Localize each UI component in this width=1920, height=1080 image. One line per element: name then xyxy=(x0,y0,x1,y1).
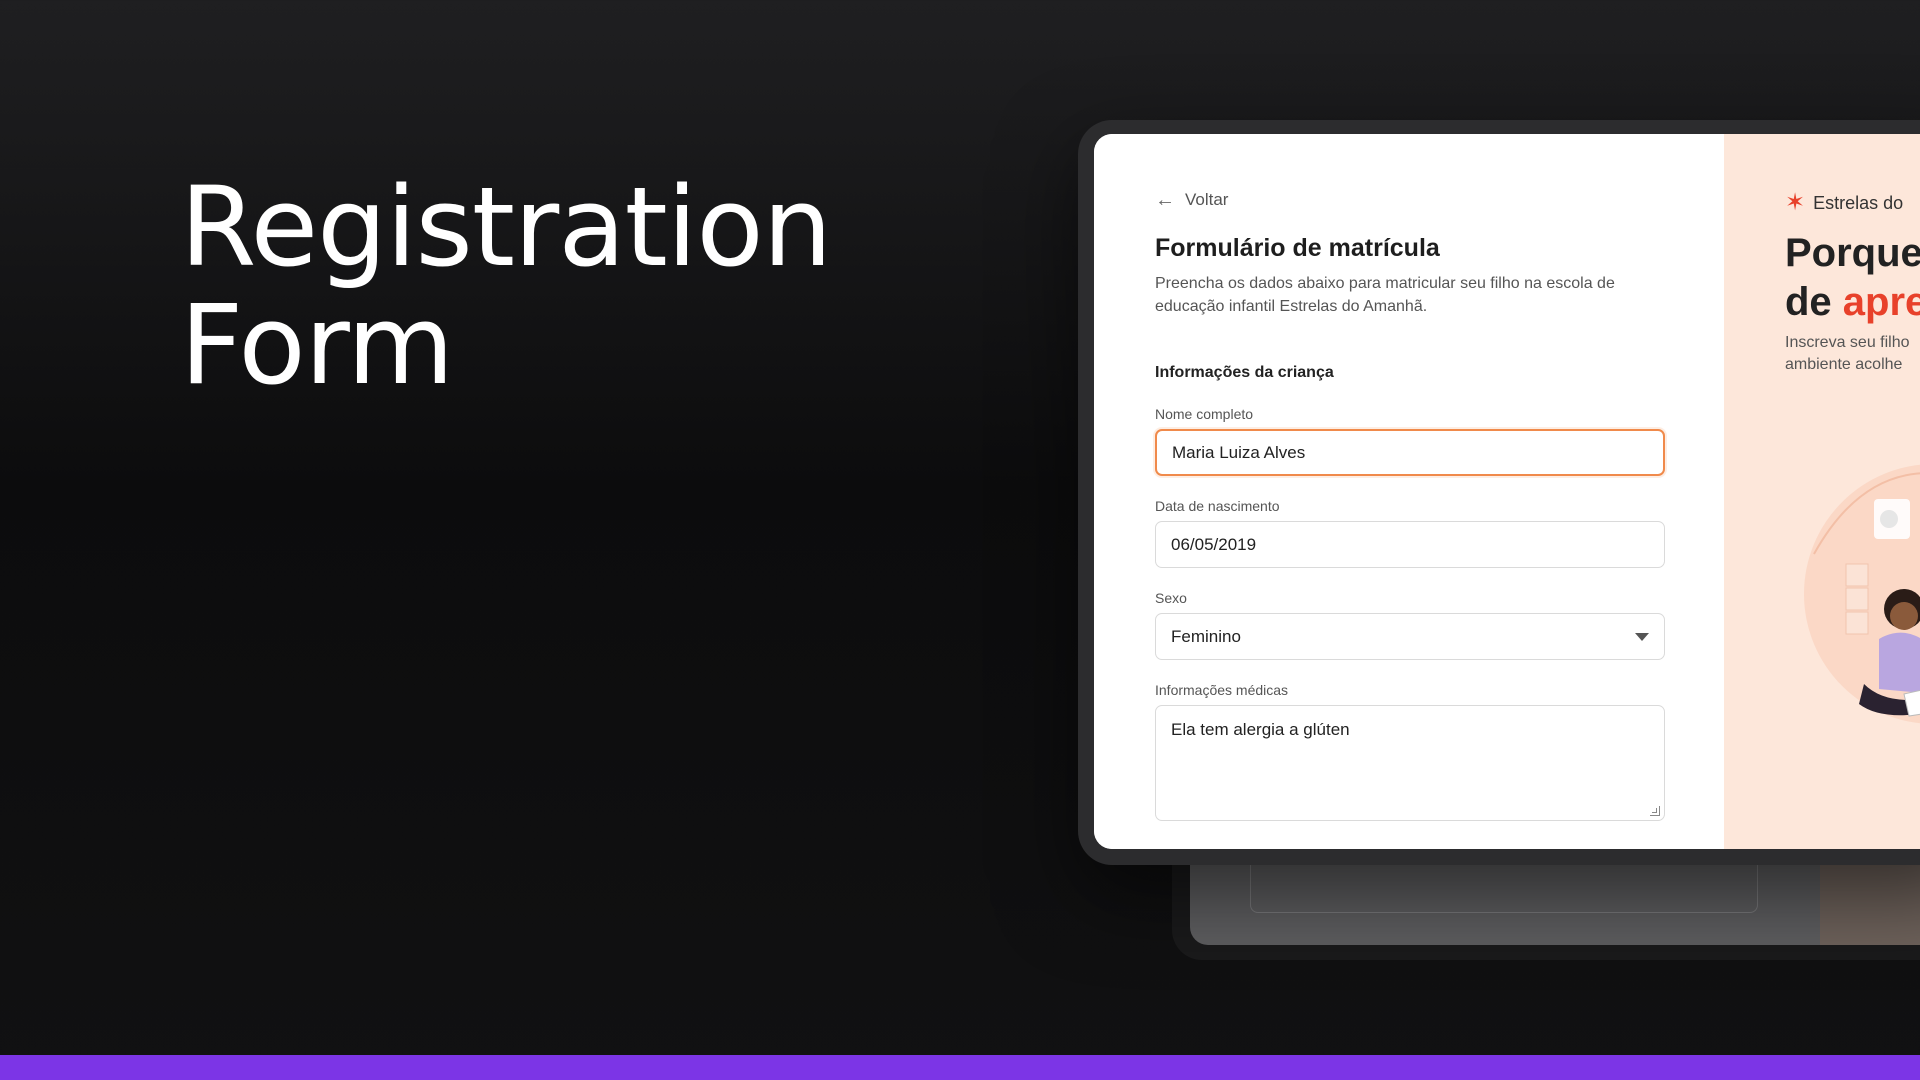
star-logo-icon: ✶ xyxy=(1785,189,1806,216)
brand-name: Estrelas do xyxy=(1813,192,1904,213)
back-link[interactable]: ← Voltar xyxy=(1155,190,1228,210)
hero-title-line2: Form xyxy=(180,281,454,409)
promo-heading-line2: de apre xyxy=(1785,278,1920,327)
medical-info-textarea[interactable]: Ela tem alergia a glúten xyxy=(1155,705,1665,821)
promo-heading-accent: apre xyxy=(1842,280,1920,324)
promo-heading-prefix: de xyxy=(1785,280,1843,324)
hero-title-line1: Registration xyxy=(180,163,832,291)
sex-label: Sexo xyxy=(1155,590,1187,606)
resize-handle-icon[interactable] xyxy=(1650,806,1660,816)
full-name-value: Maria Luiza Alves xyxy=(1172,442,1306,462)
brand: ✶ Estrelas do xyxy=(1785,191,1903,215)
form-description: Preencha os dados abaixo para matricular… xyxy=(1155,275,1615,315)
arrow-left-icon: ← xyxy=(1155,189,1175,211)
back-link-label: Voltar xyxy=(1185,190,1229,209)
full-name-input[interactable]: Maria Luiza Alves xyxy=(1155,429,1665,476)
medical-info-label: Informações médicas xyxy=(1155,682,1289,698)
bottom-accent-bar xyxy=(0,1055,1920,1080)
form-pane: ← Voltar Formulário de matrícula Preench… xyxy=(1094,134,1724,849)
promo-heading-line1: Porque xyxy=(1785,231,1920,275)
tablet-screen: ← Voltar Formulário de matrícula Preench… xyxy=(1094,134,1920,849)
medical-info-value: Ela tem alergia a glúten xyxy=(1171,720,1350,739)
full-name-label: Nome completo xyxy=(1155,406,1254,422)
promo-heading: Porque de apre xyxy=(1785,229,1920,327)
promo-subtitle-line2: ambiente acolhe xyxy=(1785,356,1903,373)
section-title: Informações da criança xyxy=(1155,364,1334,381)
promo-subtitle: Inscreva seu filho ambiente acolhe xyxy=(1785,332,1920,376)
sex-value: Feminino xyxy=(1171,626,1241,646)
form-title: Formulário de matrícula xyxy=(1155,234,1440,262)
child-drawing-illustration xyxy=(1804,464,1920,724)
birth-date-label: Data de nascimento xyxy=(1155,498,1280,514)
sex-select[interactable]: Feminino xyxy=(1155,613,1665,660)
chevron-down-icon xyxy=(1635,632,1649,641)
promo-pane: ✶ Estrelas do Porque de apre Inscreva se… xyxy=(1724,134,1920,849)
birth-date-input[interactable]: 06/05/2019 xyxy=(1155,521,1665,568)
promo-subtitle-line1: Inscreva seu filho xyxy=(1785,334,1910,351)
birth-date-value: 06/05/2019 xyxy=(1171,534,1257,554)
hero-title: Registration Form xyxy=(180,163,832,409)
